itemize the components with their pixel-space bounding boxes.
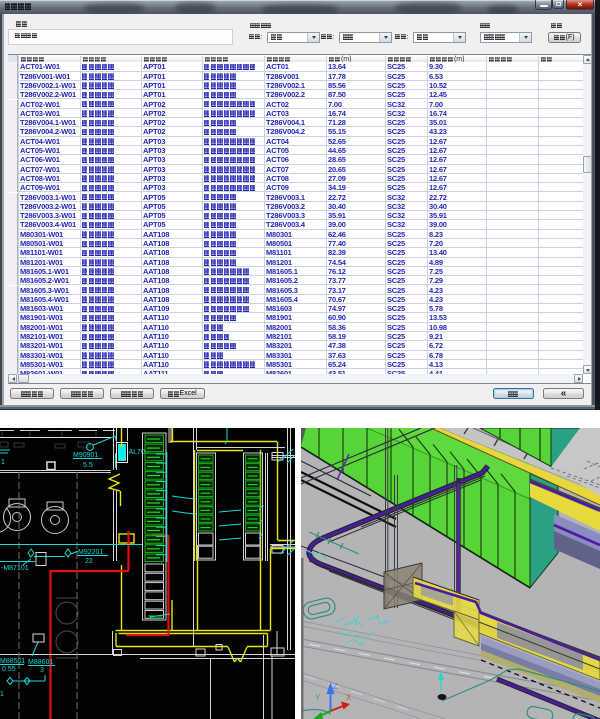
svg-text:Y: Y [315, 693, 321, 702]
svg-text:3: 3 [40, 667, 44, 674]
svg-text:M88601: M88601 [28, 659, 53, 666]
svg-text:1: 1 [0, 691, 4, 698]
svg-text:Z: Z [333, 682, 338, 691]
svg-text:1: 1 [1, 459, 5, 466]
svg-text:-M87101: -M87101 [1, 565, 29, 572]
svg-text:X: X [346, 693, 352, 702]
svg-text:0.55: 0.55 [2, 666, 16, 673]
svg-text:M90901: M90901 [73, 452, 98, 459]
svg-text:22: 22 [85, 558, 93, 565]
svg-text:M88501: M88501 [0, 658, 25, 665]
svg-text:5.5: 5.5 [83, 462, 93, 469]
svg-text:M92201: M92201 [78, 549, 103, 556]
